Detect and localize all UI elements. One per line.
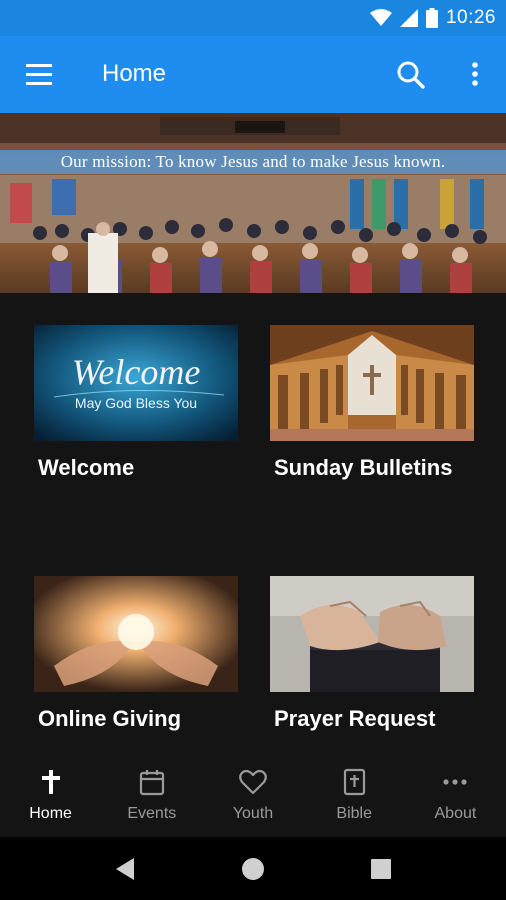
calendar-icon [139,770,164,796]
church-interior-image [270,325,474,441]
recents-icon[interactable] [367,855,395,883]
home-circle-icon[interactable] [239,855,267,883]
nav-item-events[interactable]: Events [101,757,202,837]
tile-prayer-request[interactable]: Prayer Request [270,576,504,746]
more-horiz-icon [443,779,468,785]
congregation-photo [0,113,506,293]
nav-item-about[interactable]: About [405,757,506,837]
bible-icon [344,768,366,796]
nav-label: Events [127,805,177,822]
status-bar: 10:26 [0,0,506,36]
welcome-image-subtitle: May God Bless You [74,395,198,411]
heart-icon [239,769,267,795]
system-nav [0,837,506,900]
praying-hands-image [270,576,474,692]
mission-banner: Our mission: To know Jesus and to make J… [0,113,506,293]
cross-icon [41,770,60,794]
tile-label: Prayer Request [274,706,436,731]
tile-online-giving[interactable]: Online Giving [34,576,268,746]
wifi-icon [369,9,392,26]
battery-icon [425,8,438,28]
nav-item-bible[interactable]: Bible [304,757,405,837]
tile-label: Online Giving [38,706,182,731]
giving-hands-image [34,576,238,692]
page-title: Home [102,60,167,87]
nav-label: Youth [232,805,274,822]
app-bar: Home [0,36,506,113]
welcome-image: Welcome May God Bless You [34,325,238,441]
status-icons: 10:26 [369,6,496,30]
nav-item-home[interactable]: Home [0,757,101,837]
tile-label: Sunday Bulletins [274,455,453,480]
search-icon[interactable] [394,58,428,92]
status-time: 10:26 [445,7,496,28]
welcome-image-title: Welcome [71,352,201,392]
more-vert-icon[interactable] [462,58,488,92]
tile-welcome[interactable]: Welcome May God Bless You Welcome [34,325,268,495]
signal-icon [399,9,418,27]
mission-text: Our mission: To know Jesus and to make J… [0,150,506,174]
menu-icon[interactable] [20,60,60,90]
tile-label: Welcome [38,455,135,480]
tile-sunday-bulletins[interactable]: Sunday Bulletins [270,325,504,495]
nav-label: Bible [336,805,372,822]
back-icon[interactable] [112,855,140,883]
nav-label: About [434,805,477,822]
nav-label: Home [29,805,72,822]
bottom-nav: Home Events Youth Bible About [0,757,506,837]
nav-item-youth[interactable]: Youth [202,757,303,837]
